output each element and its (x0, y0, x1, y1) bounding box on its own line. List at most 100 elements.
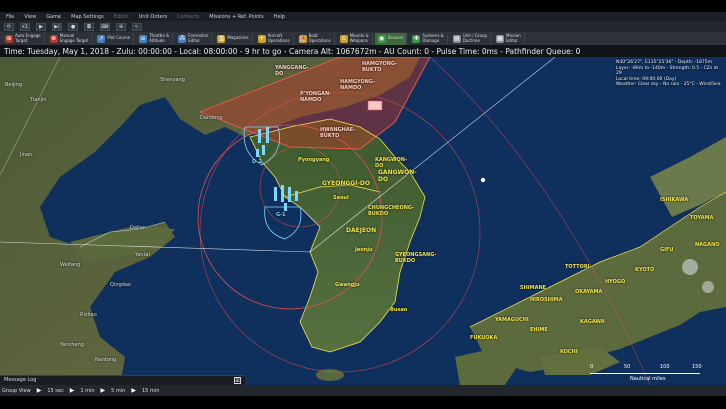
label-seoul: Seoul (333, 195, 349, 201)
aircraft-icon: ✈ (257, 34, 266, 43)
menu-help[interactable]: Help (274, 14, 285, 20)
cursor-info-panel: N40°26'27", E135°25'36" - Depth: -1875m … (616, 60, 724, 88)
unit-actions-toolbar: ⊕ Auto Engage Target ⊗ Manual Engage Target… (0, 32, 726, 45)
scale-bar: 0 50 100 150 Nautical miles (590, 363, 702, 385)
window-bottom-band (0, 396, 726, 409)
camera-icon[interactable]: ◘ (84, 22, 94, 31)
menu-unit-orders[interactable]: Unit Orders (139, 14, 168, 20)
label-jinan: Jinan (20, 152, 33, 158)
magazine-icon: ▥ (217, 34, 226, 43)
magazine-button[interactable]: ▥ Magazines (214, 32, 253, 45)
toolbar-button-label: Mission Editor (506, 33, 521, 43)
label-gyeongsang: GYEONGSANG- BUKDO (395, 252, 437, 264)
label-yancheng: Yancheng (60, 342, 84, 348)
contact-marker[interactable] (480, 177, 486, 183)
play-icon[interactable]: ▶ (131, 387, 136, 394)
doctrine-icon: ▤ (452, 34, 461, 43)
keyboard-icon[interactable]: ⌨ (100, 22, 110, 31)
time-step-0[interactable]: 15 sec (47, 388, 63, 394)
expand-message-log-icon[interactable]: ⊞ (234, 377, 241, 384)
label-gangwon-do: GANGWON- DO (378, 169, 417, 183)
label-busan: Busan (390, 307, 408, 313)
crosshair-button[interactable]: ⊕ Auto Engage Target (2, 32, 45, 45)
play-icon[interactable]: ▶ (37, 387, 42, 394)
damage-button[interactable]: ✚ Systems & Damage (409, 32, 448, 45)
step-icon[interactable]: ▶| (52, 22, 62, 31)
toolbar-button-label: Plot Course (107, 35, 131, 41)
aircraft-button[interactable]: ✈ Aircraft Operations (255, 32, 294, 45)
menu-view[interactable]: View (24, 14, 36, 20)
time-compression-bar: Group View ▶ 15 sec ▶ 1 min ▶ 5 min ▶ 15 min (0, 385, 726, 396)
label-dandong: Dandong (200, 115, 223, 121)
sensor-button[interactable]: ◉ Sensors (374, 32, 408, 45)
refresh-icon[interactable]: ⟳ (4, 22, 14, 31)
label-kyoto: KYOTO (635, 267, 655, 273)
crosshair-icon: ⊕ (5, 34, 13, 43)
sensor-icon: ◉ (377, 34, 386, 43)
boat-icon: ⛵ (298, 34, 307, 43)
label-qingdao: Qingdao (110, 282, 131, 288)
menu-file[interactable]: File (6, 14, 14, 20)
cursor-layer: Layer: -86m to -140m - Strength: 0.5 - C… (616, 65, 719, 77)
course-icon: ↗ (97, 34, 106, 43)
label-rizhao: Rizhao (80, 312, 97, 318)
label-beijing: Beijing (5, 82, 23, 88)
label-ishikawa: ISHIKAWA (660, 197, 689, 203)
scale-tick: 150 (692, 364, 702, 370)
scale-tick: 0 (590, 364, 594, 370)
label-fukuoka: FUKUOKA (470, 335, 498, 341)
sam-site-marker[interactable] (367, 100, 383, 111)
target-button[interactable]: ⊗ Manual Engage Target (47, 32, 93, 45)
menu-game[interactable]: Game (46, 14, 61, 20)
throttle-button[interactable]: ≡ Throttle & Altitude (136, 32, 174, 45)
menu-contacts[interactable]: Contacts (177, 14, 199, 20)
menu-editor[interactable]: Editor (114, 14, 129, 20)
toolbar-button-label: Magazines (227, 35, 249, 41)
label-okayama: OKAYAMA (575, 289, 603, 295)
throttle-icon: ≡ (139, 34, 148, 43)
time-step-3[interactable]: 15 min (142, 388, 159, 394)
record-icon[interactable]: ● (68, 22, 78, 31)
map-canvas (0, 57, 726, 385)
unit-label-group[interactable]: G-1 (276, 212, 286, 218)
damage-icon: ✚ (412, 34, 421, 43)
label-ehime: EHIME (530, 327, 548, 333)
speed-icon[interactable]: x1 (20, 22, 30, 31)
toolbar-button-label: Auto Engage Target (15, 33, 41, 43)
mission-editor-button[interactable]: ▦ Mission Editor (493, 32, 525, 45)
play-icon[interactable]: ▶ (70, 387, 75, 394)
time-step-2[interactable]: 5 min (111, 388, 125, 394)
status-line: Time: Tuesday, May 1, 2018 - Zulu: 00:00… (0, 45, 726, 57)
doctrine-button[interactable]: ▤ Unit / Group Doctrine (450, 32, 492, 45)
scale-tick: 50 (624, 364, 631, 370)
play-icon[interactable]: ▶ (36, 22, 46, 31)
label-daejeon: DAEJEON (346, 227, 377, 234)
window-top-band (0, 0, 726, 12)
mission-editor-icon: ▦ (496, 34, 505, 43)
toolbar-button-label: Sensors (387, 35, 404, 41)
formation-button[interactable]: ⁂ Formation Editor (175, 32, 213, 45)
label-shimane: SHIMANE (520, 285, 547, 291)
menu-map-settings[interactable]: Map Settings (71, 14, 104, 20)
pointer-icon[interactable]: ↖ (132, 22, 142, 31)
time-controls-toolbar: ⟳ x1 ▶ ▶| ● ◘ ⌨ ⊕ ↖ (0, 21, 726, 32)
label-pyongan-namdo: P'YONGAN- NAMDO (300, 91, 332, 103)
message-log-label: Message Log (4, 377, 37, 383)
toolbar-button-label: Formation Editor (188, 33, 209, 43)
cursor-coordinates: N40°26'27", E135°25'36" - Depth: -1875m (616, 60, 713, 65)
label-nantong: Nantong (95, 357, 117, 363)
menu-missions-ref-points[interactable]: Missions + Ref. Points (209, 14, 263, 20)
mounts-button[interactable]: ⚔ Mounts & Weapons (337, 32, 373, 45)
zoom-icon[interactable]: ⊕ (116, 22, 126, 31)
unit-label-group-2[interactable]: D-2 (252, 159, 262, 165)
time-step-1[interactable]: 1 min (80, 388, 94, 394)
tactical-map[interactable]: YANGGANG- DO HAMGYONG- BUKTO HAMGYONG- N… (0, 57, 726, 385)
label-dalian: Dalian (130, 225, 146, 231)
play-icon[interactable]: ▶ (101, 387, 106, 394)
label-yamaguchi: YAMAGUCHI (495, 317, 529, 323)
boat-button[interactable]: ⛵ Boat Operations (296, 32, 335, 45)
label-hamgyong-namdo: HAMGYONG- NAMDO (340, 79, 376, 91)
course-button[interactable]: ↗ Plot Course (94, 32, 135, 45)
toolbar-button-label: Systems & Damage (422, 33, 444, 43)
label-yantai: Yantai (135, 252, 151, 258)
